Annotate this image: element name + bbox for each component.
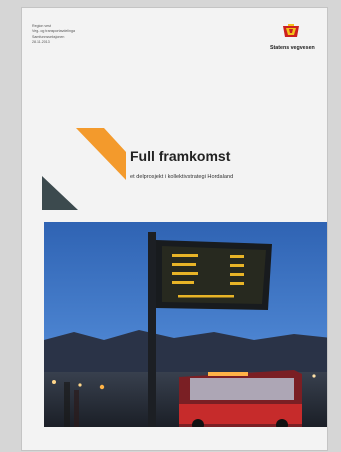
logo-text: Statens vegvesen	[270, 45, 315, 51]
orange-band	[76, 128, 126, 180]
brand-graphic	[42, 128, 126, 210]
statens-vegvesen-logo: Statens vegvesen	[270, 24, 315, 51]
meta-date: 28.11.2013	[32, 40, 50, 45]
logo-emblem-icon	[283, 24, 299, 37]
document-title: Full framkomst	[130, 148, 231, 164]
bus-stop-photo	[44, 222, 327, 427]
document-subtitle: et delprosjekt i kollektivstrategi Horda…	[130, 174, 234, 180]
document-meta: Region vest Veg- og transportavdelinga S…	[32, 24, 75, 46]
dark-triangle	[42, 176, 78, 210]
report-cover: Region vest Veg- og transportavdelinga S…	[22, 8, 327, 450]
